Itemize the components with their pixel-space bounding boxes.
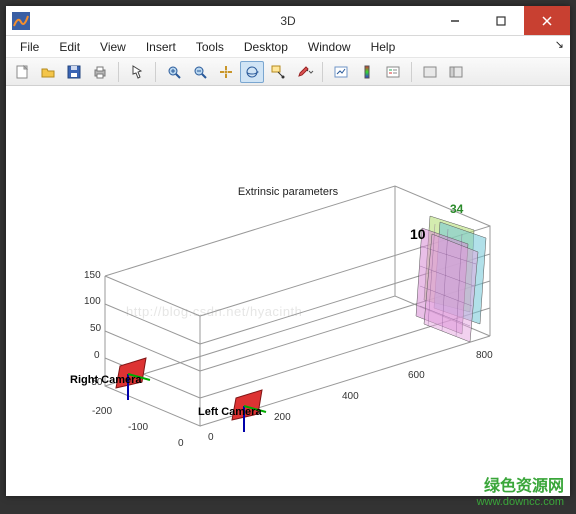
colorbar-button[interactable] xyxy=(355,61,379,83)
x-tick: 800 xyxy=(476,350,493,361)
board-label: 10 xyxy=(410,226,426,242)
toolbar-separator xyxy=(411,62,412,82)
toolbar xyxy=(6,58,570,86)
y-tick: 0 xyxy=(178,438,184,449)
hide-plot-tools-button[interactable] xyxy=(418,61,442,83)
print-button[interactable] xyxy=(88,61,112,83)
zoom-in-button[interactable] xyxy=(162,61,186,83)
open-button[interactable] xyxy=(36,61,60,83)
toolbar-separator xyxy=(322,62,323,82)
menu-window[interactable]: Window xyxy=(298,38,361,56)
board-label: 34 xyxy=(450,202,463,216)
page-watermark: 绿色资源网 www.downcc.com xyxy=(477,472,564,508)
link-plot-button[interactable] xyxy=(329,61,353,83)
menu-insert[interactable]: Insert xyxy=(136,38,186,56)
watermark-line2: www.downcc.com xyxy=(477,496,564,508)
plot-canvas[interactable]: Extrinsic parameters http://blog.csdn.ne… xyxy=(6,86,570,496)
calibration-boards xyxy=(416,216,486,342)
left-camera-label: Left Camera xyxy=(198,406,262,418)
dock-arrow-icon[interactable]: ↘ xyxy=(555,38,564,51)
pan-button[interactable] xyxy=(214,61,238,83)
menu-desktop[interactable]: Desktop xyxy=(234,38,298,56)
minimize-button[interactable] xyxy=(432,6,478,35)
menu-view[interactable]: View xyxy=(90,38,136,56)
toolbar-separator xyxy=(118,62,119,82)
new-figure-button[interactable] xyxy=(10,61,34,83)
data-cursor-button[interactable] xyxy=(266,61,290,83)
maximize-button[interactable] xyxy=(478,6,524,35)
figure-window: 3D File Edit View Insert Tools Desktop W… xyxy=(6,6,570,496)
x-tick: 0 xyxy=(208,432,214,443)
app-icon xyxy=(12,12,30,30)
show-plot-tools-button[interactable] xyxy=(444,61,468,83)
menu-help[interactable]: Help xyxy=(361,38,406,56)
menu-file[interactable]: File xyxy=(10,38,49,56)
edit-plot-button[interactable] xyxy=(125,61,149,83)
z-tick: 100 xyxy=(84,296,101,307)
rotate3d-button[interactable] xyxy=(240,61,264,83)
x-tick: 200 xyxy=(274,412,291,423)
menubar: File Edit View Insert Tools Desktop Wind… xyxy=(6,36,570,58)
menu-edit[interactable]: Edit xyxy=(49,38,90,56)
axes-3d[interactable]: 150 100 50 0 -50 -200 -100 0 0 200 400 6… xyxy=(50,126,530,462)
z-tick: 0 xyxy=(94,350,100,361)
z-tick: 50 xyxy=(90,323,101,334)
menu-tools[interactable]: Tools xyxy=(186,38,234,56)
brush-button[interactable] xyxy=(292,61,316,83)
window-buttons xyxy=(432,6,570,35)
titlebar: 3D xyxy=(6,6,570,36)
z-tick: 150 xyxy=(84,270,101,281)
toolbar-separator xyxy=(155,62,156,82)
x-tick: 600 xyxy=(408,370,425,381)
right-camera-label: Right Camera xyxy=(70,374,142,386)
y-tick: -200 xyxy=(92,406,112,417)
zoom-out-button[interactable] xyxy=(188,61,212,83)
x-tick: 400 xyxy=(342,391,359,402)
watermark-line1: 绿色资源网 xyxy=(477,472,564,496)
save-button[interactable] xyxy=(62,61,86,83)
y-tick: -100 xyxy=(128,422,148,433)
legend-button[interactable] xyxy=(381,61,405,83)
close-button[interactable] xyxy=(524,6,570,35)
